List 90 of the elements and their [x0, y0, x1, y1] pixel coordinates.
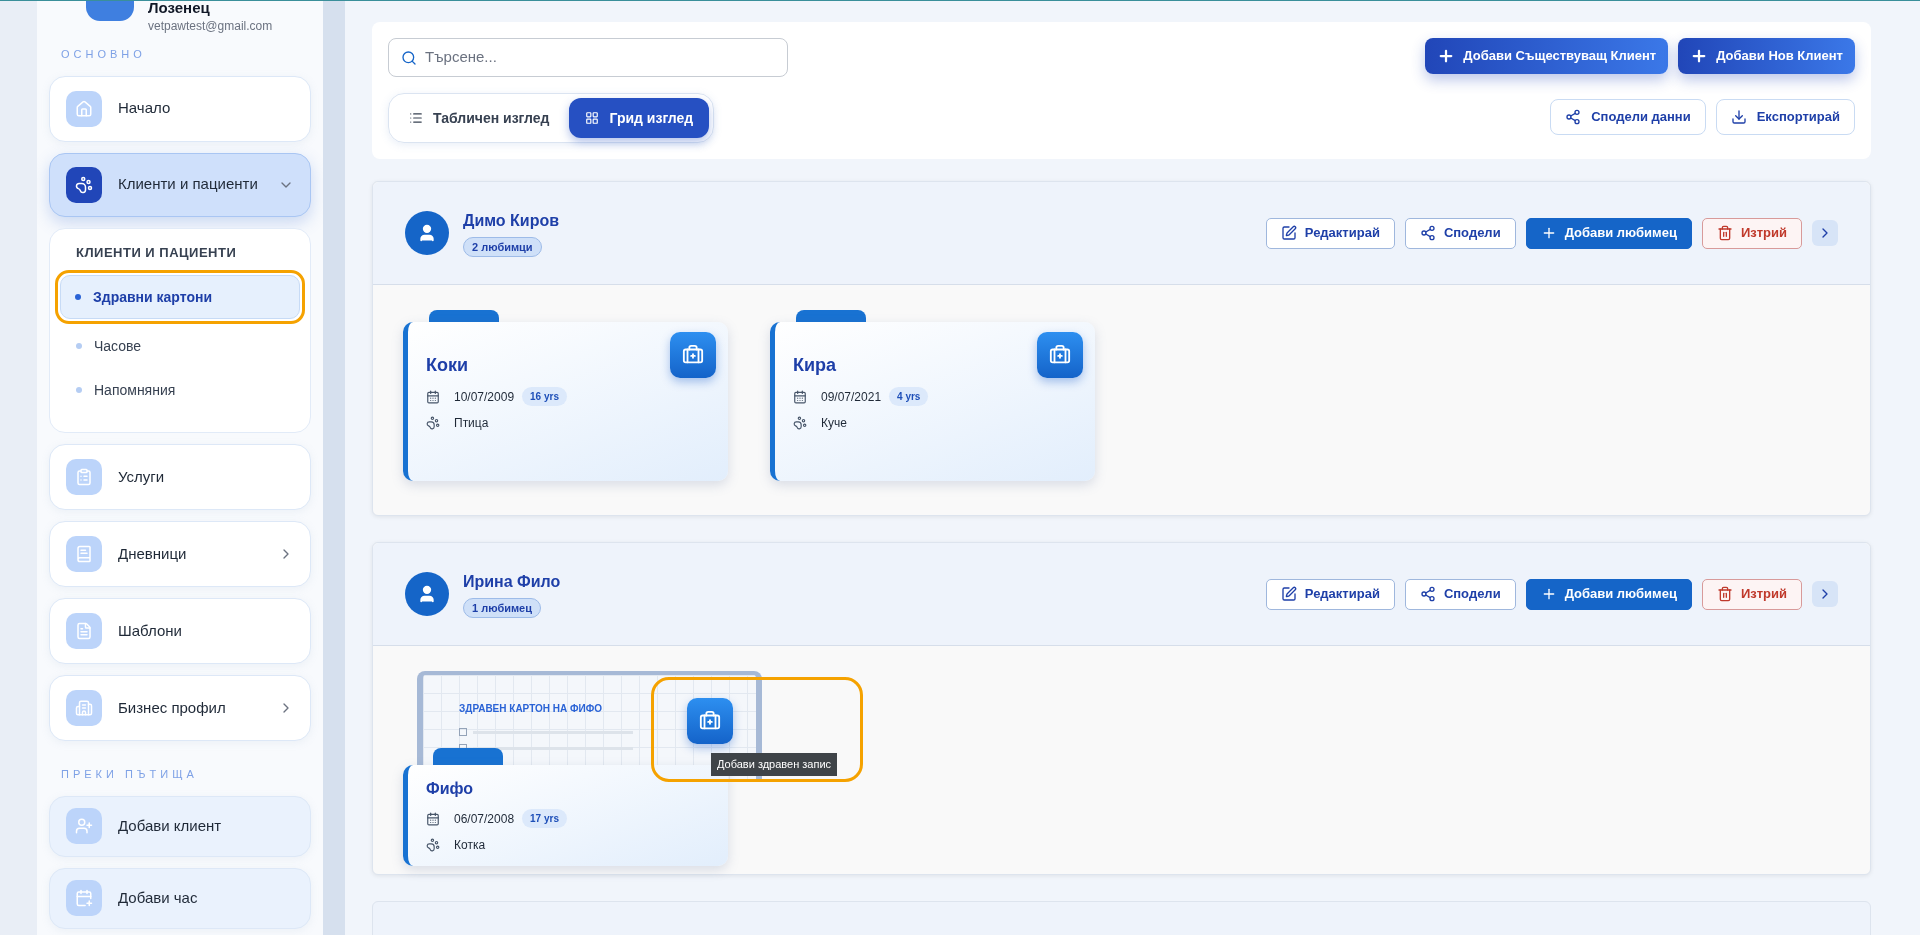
- user-email: vetpawtest@gmail.com: [148, 18, 273, 35]
- bullet-icon: [76, 387, 82, 393]
- share-button[interactable]: Сподели данни: [1550, 99, 1706, 135]
- sidebar-nav-item[interactable]: Услуги: [49, 444, 311, 510]
- species-label: Куче: [821, 415, 847, 432]
- pet-card[interactable]: Кира 09/07/2021 4 yrs Куче: [770, 322, 1095, 481]
- clinic-name: Лозенец: [148, 1, 211, 17]
- sidebar-nav-item[interactable]: Бизнес профил: [49, 675, 311, 741]
- medical-case-icon: [699, 710, 721, 732]
- add-button[interactable]: Добави любимец: [1525, 578, 1692, 610]
- add-user-icon: [66, 808, 102, 844]
- medical-case-icon: [1049, 344, 1071, 366]
- species-label: Птица: [454, 415, 489, 432]
- clipboard-icon: [66, 459, 102, 495]
- calendar-icon: [793, 389, 807, 404]
- paw-icon: [66, 166, 102, 203]
- sidebar-nav-item[interactable]: Шаблони: [49, 598, 311, 664]
- pet-name: Коки: [426, 354, 469, 377]
- view-tab[interactable]: Табличен изглед: [393, 98, 566, 138]
- submenu-item[interactable]: Часове: [62, 324, 298, 368]
- calendar-icon: [426, 389, 440, 404]
- grid-icon: [585, 111, 600, 125]
- search-field[interactable]: Търсене...: [388, 38, 788, 77]
- edit-button[interactable]: Редактирай: [1265, 217, 1395, 249]
- home-icon: [66, 90, 102, 127]
- age-badge: 16 yrs: [522, 387, 567, 406]
- pet-name: Фифо: [426, 779, 474, 799]
- pet-count-badge: 1 любимец: [463, 597, 541, 619]
- submenu-heading: КЛИЕНТИ И ПАЦИЕНТИ: [75, 243, 238, 262]
- birth-date: 06/07/2008: [454, 810, 515, 828]
- trash-icon: [1716, 586, 1733, 602]
- client-avatar: [405, 211, 449, 255]
- medical-case-icon: [682, 344, 704, 366]
- calendar-icon: [426, 811, 440, 826]
- pet-count-badge: 2 любимци: [463, 236, 542, 258]
- section-heading: ПРЕКИ ПЪТИЩА: [60, 767, 199, 782]
- sidebar-nav-item[interactable]: Добави час: [49, 867, 311, 929]
- document-icon: [66, 613, 102, 649]
- pet-name: Кира: [793, 354, 837, 377]
- book-icon: [66, 536, 102, 572]
- share-icon: [1419, 586, 1436, 602]
- submenu-item[interactable]: Здравни картони: [60, 275, 300, 319]
- sidebar-nav-item[interactable]: Дневници: [49, 521, 311, 587]
- add-record-button[interactable]: [1037, 332, 1083, 378]
- sidebar-nav-item[interactable]: Добави клиент: [49, 795, 311, 857]
- delete-button[interactable]: Изтрий: [1701, 578, 1802, 610]
- export-button[interactable]: Експортирай: [1715, 99, 1855, 135]
- share-button[interactable]: Сподели: [1404, 217, 1516, 249]
- add-record-button[interactable]: [687, 698, 733, 744]
- edit-button[interactable]: Редактирай: [1265, 578, 1395, 610]
- section-heading: ОСНОВНО: [60, 47, 147, 62]
- submenu-item[interactable]: Напомняния: [62, 368, 298, 412]
- list-icon: [409, 111, 423, 125]
- building-person-icon: [66, 690, 102, 726]
- add-record-button[interactable]: [670, 332, 716, 378]
- expand-button[interactable]: [1812, 220, 1838, 246]
- add-button[interactable]: Добави любимец: [1525, 217, 1692, 249]
- expand-button[interactable]: [1812, 581, 1838, 607]
- bullet-icon: [75, 294, 81, 300]
- sidebar-nav-item[interactable]: Начало: [49, 75, 311, 142]
- paw-icon: [426, 838, 440, 852]
- view-tab[interactable]: Грид изглед: [569, 98, 710, 138]
- trash-icon: [1716, 225, 1733, 241]
- age-badge: 17 yrs: [522, 809, 567, 828]
- search-input[interactable]: Търсене...: [425, 46, 775, 69]
- birth-date: 09/07/2021: [821, 388, 882, 406]
- paw-icon: [426, 416, 440, 430]
- birth-date: 10/07/2009: [454, 388, 515, 406]
- sheet-title: ЗДРАВЕН КАРТОН НА ФИФО: [459, 702, 604, 716]
- age-badge: 4 yrs: [889, 387, 929, 406]
- add-client-button[interactable]: Добави Съществуващ Клиент: [1425, 38, 1669, 74]
- search-icon: [401, 49, 417, 66]
- delete-button[interactable]: Изтрий: [1701, 217, 1802, 249]
- edit-icon: [1280, 225, 1297, 241]
- edit-icon: [1280, 586, 1297, 602]
- pet-card[interactable]: Коки 10/07/2009 16 yrs Птица: [403, 322, 728, 481]
- download-icon: [1730, 109, 1747, 125]
- calendar-plus-icon: [66, 880, 102, 916]
- share-icon: [1565, 109, 1582, 125]
- tooltip: Добави здравен запис: [711, 753, 838, 776]
- bullet-icon: [76, 343, 82, 349]
- client-name: Димо Киров: [463, 210, 560, 231]
- add-client-button[interactable]: Добави Нов Клиент: [1678, 38, 1855, 74]
- sidebar-nav-item[interactable]: Клиенти и пациенти: [49, 152, 311, 217]
- species-label: Котка: [454, 837, 486, 854]
- share-icon: [1419, 225, 1436, 241]
- client-avatar: [405, 572, 449, 616]
- client-name: Ирина Фило: [463, 571, 561, 592]
- share-button[interactable]: Сподели: [1404, 578, 1516, 610]
- paw-icon: [793, 416, 807, 430]
